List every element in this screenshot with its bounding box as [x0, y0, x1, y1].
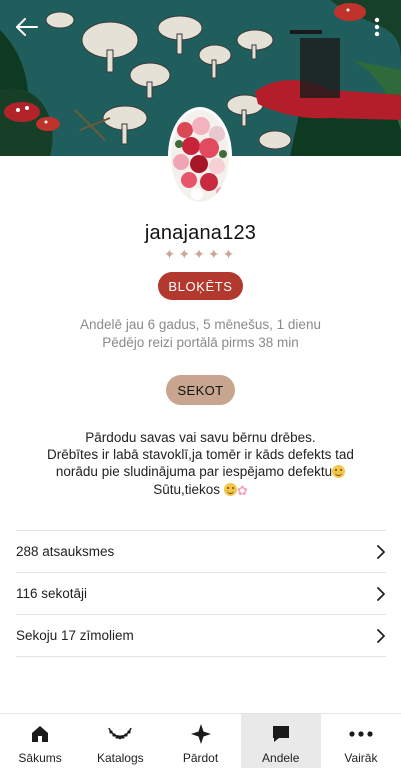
tab-sell[interactable]: Pārdot: [160, 714, 240, 768]
avatar: [168, 107, 232, 205]
tab-label: Sākums: [18, 751, 62, 765]
tab-label: Katalogs: [96, 751, 144, 765]
profile-links-list: 288 atsauksmes 116 sekotāji Sekoju 17 zī…: [16, 530, 386, 657]
bio-line: Drēbītes ir labā stavoklī,ja tomēr ir kā…: [47, 447, 354, 462]
smiley-emoji-icon: [223, 483, 237, 496]
bio-line: Pārdodu savas vai savu bērnu drēbes.: [85, 430, 316, 445]
more-options-button[interactable]: [367, 12, 387, 42]
necklace-icon: [108, 727, 133, 740]
follow-button[interactable]: SEKOT: [166, 375, 235, 405]
sparkle-icon: [190, 724, 211, 744]
tab-catalog[interactable]: Katalogs: [80, 714, 160, 768]
avatar-flowers-image: [171, 110, 229, 202]
member-since-text: Andelē jau 6 gadus, 5 mēnešus, 1 dienu: [80, 317, 321, 332]
back-button[interactable]: [12, 12, 42, 42]
username: janajana123: [144, 222, 257, 244]
tab-andele[interactable]: Andele: [240, 714, 321, 768]
chevron-right-icon: [377, 586, 385, 601]
smiley-emoji-icon: [332, 465, 346, 478]
bio-line: Sūtu,tiekos ✿: [153, 482, 248, 498]
link-label: 288 atsauksmes: [16, 544, 115, 559]
rating-stars: ✦✦✦✦✦: [163, 246, 238, 262]
bottom-tab-bar: Sākums Katalogs Pārdot Andele Vairāk: [0, 713, 401, 768]
cherry-blossom-emoji-icon: ✿: [236, 483, 248, 498]
followers-link[interactable]: 116 sekotāji: [16, 573, 386, 615]
bio-line: norādu pie sludinājuma par iespējamo def…: [0, 464, 401, 479]
blocked-badge: BLOĶĒTS: [158, 272, 243, 300]
home-icon: [32, 726, 49, 742]
following-brands-link[interactable]: Sekoju 17 zīmoliem: [16, 615, 386, 657]
link-label: Sekoju 17 zīmoliem: [16, 628, 134, 643]
more-icon: [349, 731, 373, 737]
tab-more[interactable]: Vairāk: [321, 714, 401, 768]
link-label: 116 sekotāji: [16, 586, 88, 601]
chat-icon: [272, 726, 289, 742]
tab-label: Andele: [262, 751, 300, 765]
chevron-right-icon: [377, 628, 385, 643]
arrow-left-icon: [16, 18, 38, 36]
last-seen-text: Pēdējo reizi portālā pirms 38 min: [102, 335, 299, 350]
tab-label: Pārdot: [182, 751, 219, 765]
tab-home[interactable]: Sākums: [0, 714, 80, 768]
kebab-menu-icon: [374, 17, 380, 37]
chevron-right-icon: [377, 544, 385, 559]
tab-label: Vairāk: [344, 751, 378, 765]
reviews-link[interactable]: 288 atsauksmes: [16, 531, 386, 573]
